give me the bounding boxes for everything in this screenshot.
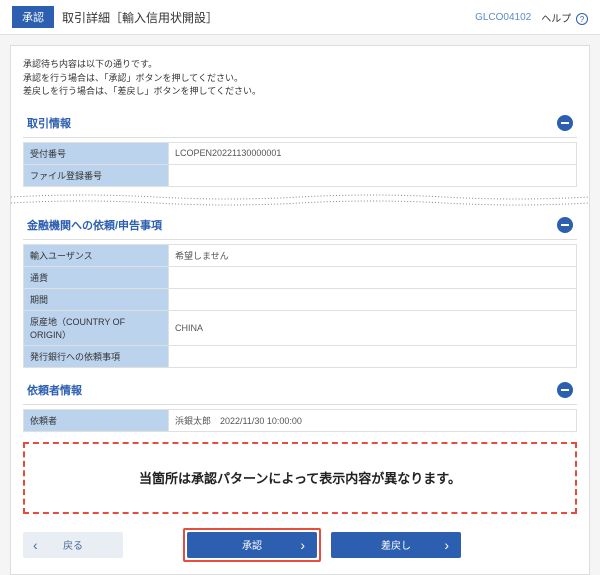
notice-box: 当箇所は承認パターンによって表示内容が異なります。 <box>23 442 577 514</box>
field-value <box>169 288 577 310</box>
table-row: 受付番号 LCOPEN20221130000001 <box>24 142 577 164</box>
field-value: CHINA <box>169 310 577 345</box>
section-bank-request: 金融機関への依頼/申告事項 輸入ユーザンス希望しません 通貨 期間 原産地（CO… <box>23 211 577 368</box>
torn-divider <box>11 193 589 207</box>
help-link[interactable]: ヘルプ ? <box>541 10 588 25</box>
table-row: 発行銀行への依頼事項 <box>24 345 577 367</box>
section-header: 金融機関への依頼/申告事項 <box>23 211 577 240</box>
requester-table: 依頼者浜銀太郎 2022/11/30 10:00:00 <box>23 409 577 432</box>
collapse-icon[interactable] <box>557 115 573 131</box>
field-value: LCOPEN20221130000001 <box>169 142 577 164</box>
field-label: 原産地（COUNTRY OF ORIGIN） <box>24 310 169 345</box>
section-title: 依頼者情報 <box>27 382 82 398</box>
help-icon: ? <box>576 13 588 25</box>
reject-button[interactable]: 差戻し <box>331 532 461 558</box>
table-row: 原産地（COUNTRY OF ORIGIN）CHINA <box>24 310 577 345</box>
field-label: 期間 <box>24 288 169 310</box>
intro-line: 承認を行う場合は、「承認」ボタンを押してください。 <box>23 72 577 86</box>
content-panel: 承認待ち内容は以下の通りです。 承認を行う場合は、「承認」ボタンを押してください… <box>10 45 590 575</box>
intro-line: 差戻しを行う場合は、「差戻し」ボタンを押してください。 <box>23 85 577 99</box>
field-value <box>169 345 577 367</box>
field-label: 輸入ユーザンス <box>24 244 169 266</box>
page-header: 承認 取引詳細［輸入信用状開設］ GLCO04102 ヘルプ ? <box>0 0 600 35</box>
table-row: 輸入ユーザンス希望しません <box>24 244 577 266</box>
screen-code: GLCO04102 <box>475 12 531 23</box>
section-header: 依頼者情報 <box>23 376 577 405</box>
notice-text: 当箇所は承認パターンによって表示内容が異なります。 <box>139 471 461 486</box>
header-tag: 承認 <box>12 6 54 28</box>
field-label: 依頼者 <box>24 409 169 431</box>
collapse-icon[interactable] <box>557 382 573 398</box>
field-label: 発行銀行への依頼事項 <box>24 345 169 367</box>
field-value: 希望しません <box>169 244 577 266</box>
section-requester-info: 依頼者情報 依頼者浜銀太郎 2022/11/30 10:00:00 <box>23 376 577 432</box>
section-header: 取引情報 <box>23 109 577 138</box>
table-row: 期間 <box>24 288 577 310</box>
table-row: ファイル登録番号 <box>24 164 577 186</box>
field-value <box>169 266 577 288</box>
button-row: 戻る 承認 差戻し <box>23 528 577 562</box>
back-button[interactable]: 戻る <box>23 532 123 558</box>
intro-text: 承認待ち内容は以下の通りです。 承認を行う場合は、「承認」ボタンを押してください… <box>23 58 577 99</box>
field-value: 浜銀太郎 2022/11/30 10:00:00 <box>169 409 577 431</box>
collapse-icon[interactable] <box>557 217 573 233</box>
intro-line: 承認待ち内容は以下の通りです。 <box>23 58 577 72</box>
field-value <box>169 164 577 186</box>
help-label: ヘルプ <box>541 14 571 25</box>
section-title: 取引情報 <box>27 115 71 131</box>
page-title: 取引詳細［輸入信用状開設］ <box>62 9 475 26</box>
bank-request-table: 輸入ユーザンス希望しません 通貨 期間 原産地（COUNTRY OF ORIGI… <box>23 244 577 368</box>
section-title: 金融機関への依頼/申告事項 <box>27 217 162 233</box>
transaction-table: 受付番号 LCOPEN20221130000001 ファイル登録番号 <box>23 142 577 187</box>
field-label: ファイル登録番号 <box>24 164 169 186</box>
field-label: 受付番号 <box>24 142 169 164</box>
field-label: 通貨 <box>24 266 169 288</box>
approve-button[interactable]: 承認 <box>187 532 317 558</box>
highlight-frame: 承認 <box>183 528 321 562</box>
section-transaction-info: 取引情報 受付番号 LCOPEN20221130000001 ファイル登録番号 <box>23 109 577 187</box>
table-row: 依頼者浜銀太郎 2022/11/30 10:00:00 <box>24 409 577 431</box>
table-row: 通貨 <box>24 266 577 288</box>
